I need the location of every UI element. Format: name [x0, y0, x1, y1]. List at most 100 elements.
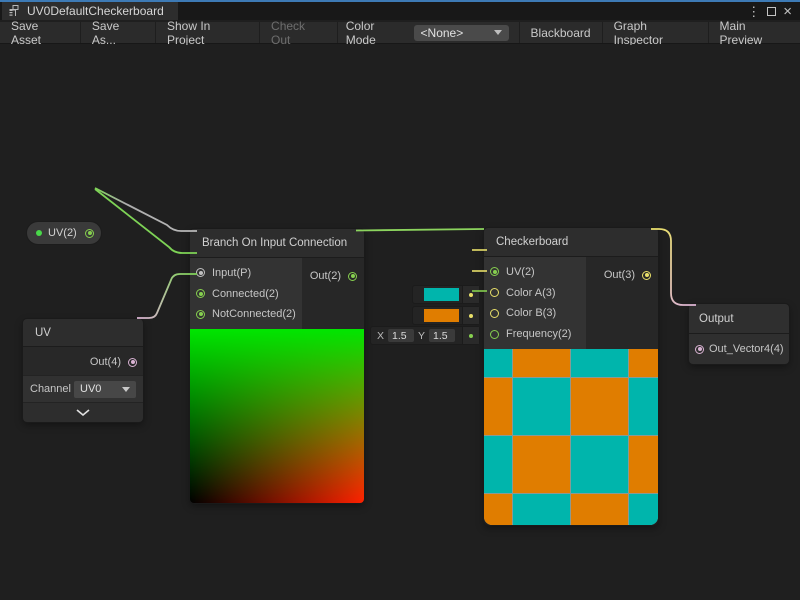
port-color-b[interactable]: [490, 309, 499, 318]
input-ports-panel: Input(P) Connected(2) NotConnected(2): [190, 258, 302, 329]
checker-cell: [484, 378, 512, 435]
port-connected[interactable]: [196, 289, 205, 298]
graph-inspector-toggle-button[interactable]: Graph Inspector: [602, 22, 708, 43]
port-row-out4[interactable]: Out(4): [90, 356, 137, 368]
pill-label: UV(2): [48, 227, 77, 239]
shader-graph-icon: [9, 5, 21, 17]
port-label: Frequency(2): [506, 328, 571, 340]
y-label: Y: [418, 330, 425, 342]
checker-cell: [513, 436, 570, 493]
port-color-a[interactable]: [490, 288, 499, 297]
window-menu-icon[interactable]: ⋮: [747, 5, 760, 18]
checker-cell: [571, 494, 628, 525]
checker-cell: [513, 378, 570, 435]
port-row-color-a[interactable]: Color A(3): [484, 287, 586, 299]
frequency-y-input[interactable]: 1.5: [429, 329, 455, 342]
port-out-vector4[interactable]: [695, 345, 704, 354]
checker-cell: [629, 378, 658, 435]
close-icon[interactable]: ×: [783, 4, 792, 19]
port-row-connected[interactable]: Connected(2): [190, 288, 302, 300]
chevron-down-icon: [494, 30, 502, 35]
chevron-down-icon: [122, 387, 130, 392]
checker-cell: [629, 349, 658, 377]
blackboard-toggle-button[interactable]: Blackboard: [519, 22, 602, 43]
port-notconnected[interactable]: [196, 310, 205, 319]
port-input-p[interactable]: [196, 268, 205, 277]
port-out4[interactable]: [128, 358, 137, 367]
color-b-connector: [462, 307, 479, 324]
port-row-uv2[interactable]: UV(2): [484, 266, 586, 278]
color-mode-value: <None>: [421, 26, 464, 40]
port-uv2[interactable]: [490, 267, 499, 276]
main-preview-toggle-button[interactable]: Main Preview: [708, 22, 800, 43]
x-label: X: [377, 330, 384, 342]
color-mode-label: Color Mode: [338, 22, 414, 43]
checker-cell: [629, 494, 658, 525]
frequency-field[interactable]: X 1.5 Y 1.5: [371, 327, 479, 344]
collapse-preview-button[interactable]: [23, 402, 143, 422]
color-a-field[interactable]: [413, 286, 479, 303]
tab-title: UV0DefaultCheckerboard: [27, 4, 164, 18]
frequency-x-input[interactable]: 1.5: [388, 329, 414, 342]
checker-cell: [571, 436, 628, 493]
port-label: Color B(3): [506, 307, 556, 319]
input-ports-panel: UV(2) Color A(3) Color B(3) Frequency(2): [484, 257, 586, 349]
color-mode-dropdown[interactable]: <None>: [414, 25, 509, 41]
show-in-project-button[interactable]: Show In Project: [156, 22, 260, 43]
port-uv2-pill-out[interactable]: [85, 229, 94, 238]
port-label: Input(P): [212, 267, 251, 279]
save-asset-button[interactable]: Save Asset: [0, 22, 81, 43]
checker-cell: [484, 436, 512, 493]
color-a-swatch[interactable]: [424, 288, 459, 301]
port-label: Out_Vector4(4): [709, 343, 784, 355]
checker-cell: [571, 349, 628, 377]
port-row-out3[interactable]: Out(3): [604, 269, 651, 281]
node-body: UV(2) Color A(3) Color B(3) Frequency(2)…: [484, 257, 658, 349]
channel-value: UV0: [80, 383, 101, 395]
maximize-icon[interactable]: [767, 7, 776, 16]
node-checkerboard[interactable]: Checkerboard UV(2) Color A(3) Color B(3): [484, 228, 658, 525]
channel-label: Channel: [30, 383, 74, 395]
port-row-out2[interactable]: Out(2): [310, 270, 357, 282]
checker-cell: [513, 494, 570, 525]
node-uv[interactable]: UV Out(4) Channel UV0: [23, 319, 143, 422]
node-output[interactable]: Output Out_Vector4(4): [689, 304, 789, 364]
port-out3[interactable]: [642, 271, 651, 280]
checker-cell: [513, 349, 570, 377]
tab-uv0defaultcheckerboard[interactable]: UV0DefaultCheckerboard: [2, 2, 178, 20]
save-as-button[interactable]: Save As...: [81, 22, 156, 43]
title-bar: UV0DefaultCheckerboard ⋮ ×: [0, 0, 800, 20]
check-out-button: Check Out: [260, 22, 338, 43]
chevron-down-icon: [76, 409, 90, 416]
port-row-notconnected[interactable]: NotConnected(2): [190, 308, 302, 320]
port-out2[interactable]: [348, 272, 357, 281]
channel-dropdown[interactable]: UV0: [74, 381, 136, 398]
node-uv2-property-pill[interactable]: UV(2): [27, 222, 101, 244]
graph-toolbar: Save Asset Save As... Show In Project Ch…: [0, 22, 800, 44]
port-label: Out(4): [90, 356, 121, 368]
node-title: UV: [23, 319, 143, 347]
color-a-connector: [462, 286, 479, 303]
port-row-color-b[interactable]: Color B(3): [484, 307, 586, 319]
color-b-field[interactable]: [413, 307, 479, 324]
uv-gradient-preview: [190, 329, 364, 503]
port-row-input-p[interactable]: Input(P): [190, 267, 302, 279]
checker-cell: [571, 378, 628, 435]
node-title: Output: [689, 304, 789, 334]
connector-dot-icon: [469, 314, 473, 318]
port-label: Out(2): [310, 270, 341, 282]
connector-dot-icon: [469, 334, 473, 338]
checker-cell: [484, 349, 512, 377]
channel-control-row: Channel UV0: [23, 375, 143, 402]
node-body: Input(P) Connected(2) NotConnected(2) Ou…: [190, 258, 364, 329]
node-title: Checkerboard: [484, 228, 658, 257]
port-row-frequency[interactable]: Frequency(2): [484, 328, 586, 340]
port-frequency[interactable]: [490, 330, 499, 339]
color-b-swatch[interactable]: [424, 309, 459, 322]
port-row-out-vector4[interactable]: Out_Vector4(4): [689, 334, 789, 364]
node-body: Out(4): [23, 347, 143, 375]
graph-canvas[interactable]: UV(2) Branch On Input Connection Input(P…: [0, 45, 800, 600]
node-branch-on-input-connection[interactable]: Branch On Input Connection Input(P) Conn…: [190, 229, 364, 503]
frequency-connector: [462, 327, 479, 344]
port-label: Color A(3): [506, 287, 556, 299]
